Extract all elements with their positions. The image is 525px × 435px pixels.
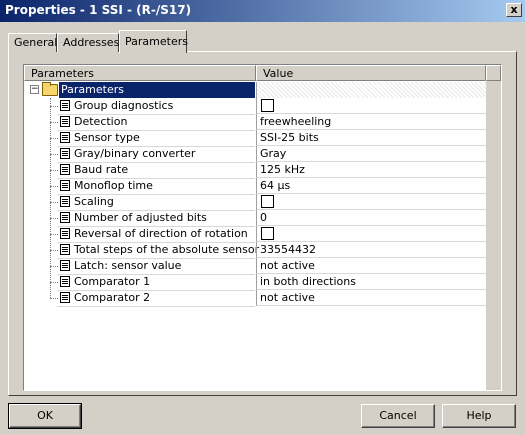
parameter-icon xyxy=(60,244,70,255)
parameter-icon xyxy=(60,148,70,159)
parameter-value[interactable]: freewheeling xyxy=(256,114,486,130)
parameter-name: Number of adjusted bits xyxy=(74,211,207,224)
parameter-icon xyxy=(60,100,70,111)
parameter-icon xyxy=(60,276,70,287)
parameter-icon xyxy=(60,164,70,175)
table-row[interactable]: Detection freewheeling xyxy=(24,114,486,131)
parameter-value[interactable]: 64 µs xyxy=(256,178,486,194)
table-row[interactable]: Reversal of direction of rotation xyxy=(24,226,486,243)
table-row[interactable]: Scaling xyxy=(24,194,486,211)
table-row[interactable]: Total steps of the absolute sensor 335544… xyxy=(24,242,486,259)
parameter-checkbox[interactable] xyxy=(261,195,274,208)
table-row[interactable]: Baud rate 125 kHz xyxy=(24,162,486,179)
parameter-value-checkbox-cell[interactable] xyxy=(256,194,486,210)
table-row[interactable]: Latch: sensor value not active xyxy=(24,258,486,275)
parameter-name: Group diagnostics xyxy=(74,99,174,112)
parameter-value-checkbox-cell[interactable] xyxy=(256,226,486,242)
parameter-value-checkbox-cell[interactable] xyxy=(256,98,486,114)
parameter-name: Latch: sensor value xyxy=(74,259,182,272)
tree-root-value xyxy=(256,82,486,98)
parameter-name: Total steps of the absolute sensor xyxy=(74,243,260,256)
parameter-name: Monoflop time xyxy=(74,179,153,192)
table-row[interactable]: Comparator 1 in both directions xyxy=(24,274,486,291)
parameter-value[interactable]: 0 xyxy=(256,210,486,226)
parameter-value[interactable]: 125 kHz xyxy=(256,162,486,178)
table-row[interactable]: Comparator 2 not active xyxy=(24,290,486,307)
parameter-name: Scaling xyxy=(74,195,114,208)
table-row[interactable]: Sensor type SSI-25 bits xyxy=(24,130,486,147)
tree-root-row[interactable]: − Parameters xyxy=(24,82,486,98)
parameter-name: Detection xyxy=(74,115,128,128)
parameter-grid: Parameters Value − Parameters Group diag… xyxy=(23,64,502,391)
column-header-value[interactable]: Value xyxy=(256,65,486,81)
parameter-icon xyxy=(60,196,70,207)
parameter-icon xyxy=(60,260,70,271)
parameter-value[interactable]: not active xyxy=(256,290,486,306)
parameter-value[interactable]: SSI-25 bits xyxy=(256,130,486,146)
parameter-icon xyxy=(60,212,70,223)
folder-icon xyxy=(42,82,58,96)
table-row[interactable]: Number of adjusted bits 0 xyxy=(24,210,486,227)
parameter-value[interactable]: in both directions xyxy=(256,274,486,290)
parameter-icon xyxy=(60,292,70,303)
ok-button[interactable]: OK xyxy=(8,403,82,429)
parameter-checkbox[interactable] xyxy=(261,227,274,240)
parameter-icon xyxy=(60,180,70,191)
parameter-icon xyxy=(60,228,70,239)
parameter-name: Comparator 2 xyxy=(74,291,151,304)
grid-header: Parameters Value xyxy=(24,65,501,81)
parameter-icon xyxy=(60,132,70,143)
title-bar: Properties - 1 SSI - (R-/S17) x xyxy=(0,0,525,22)
header-spacer xyxy=(486,65,501,81)
parameter-name: Gray/binary converter xyxy=(74,147,196,160)
parameter-name: Baud rate xyxy=(74,163,129,176)
collapse-icon[interactable]: − xyxy=(30,85,39,94)
tree-root-label[interactable]: Parameters xyxy=(59,82,255,98)
parameter-name: Reversal of direction of rotation xyxy=(74,227,248,240)
parameter-name: Sensor type xyxy=(74,131,140,144)
tab-general[interactable]: General xyxy=(8,33,57,52)
tab-parameters[interactable]: Parameters xyxy=(119,30,188,53)
table-row[interactable]: Gray/binary converter Gray xyxy=(24,146,486,163)
help-button[interactable]: Help xyxy=(442,404,516,428)
parameter-value[interactable]: not active xyxy=(256,258,486,274)
close-button[interactable]: x xyxy=(506,3,522,17)
parameter-value[interactable]: 33554432 xyxy=(256,242,486,258)
window-title: Properties - 1 SSI - (R-/S17) xyxy=(5,3,192,17)
parameter-value[interactable]: Gray xyxy=(256,146,486,162)
table-row[interactable]: Group diagnostics xyxy=(24,98,486,115)
parameter-name: Comparator 1 xyxy=(74,275,151,288)
tab-addresses[interactable]: Addresses xyxy=(57,33,119,52)
column-header-parameters[interactable]: Parameters xyxy=(24,65,256,81)
parameter-checkbox[interactable] xyxy=(261,99,274,112)
cancel-button[interactable]: Cancel xyxy=(361,404,435,428)
parameter-icon xyxy=(60,116,70,127)
grid-scroll-area xyxy=(486,81,501,390)
table-row[interactable]: Monoflop time 64 µs xyxy=(24,178,486,195)
